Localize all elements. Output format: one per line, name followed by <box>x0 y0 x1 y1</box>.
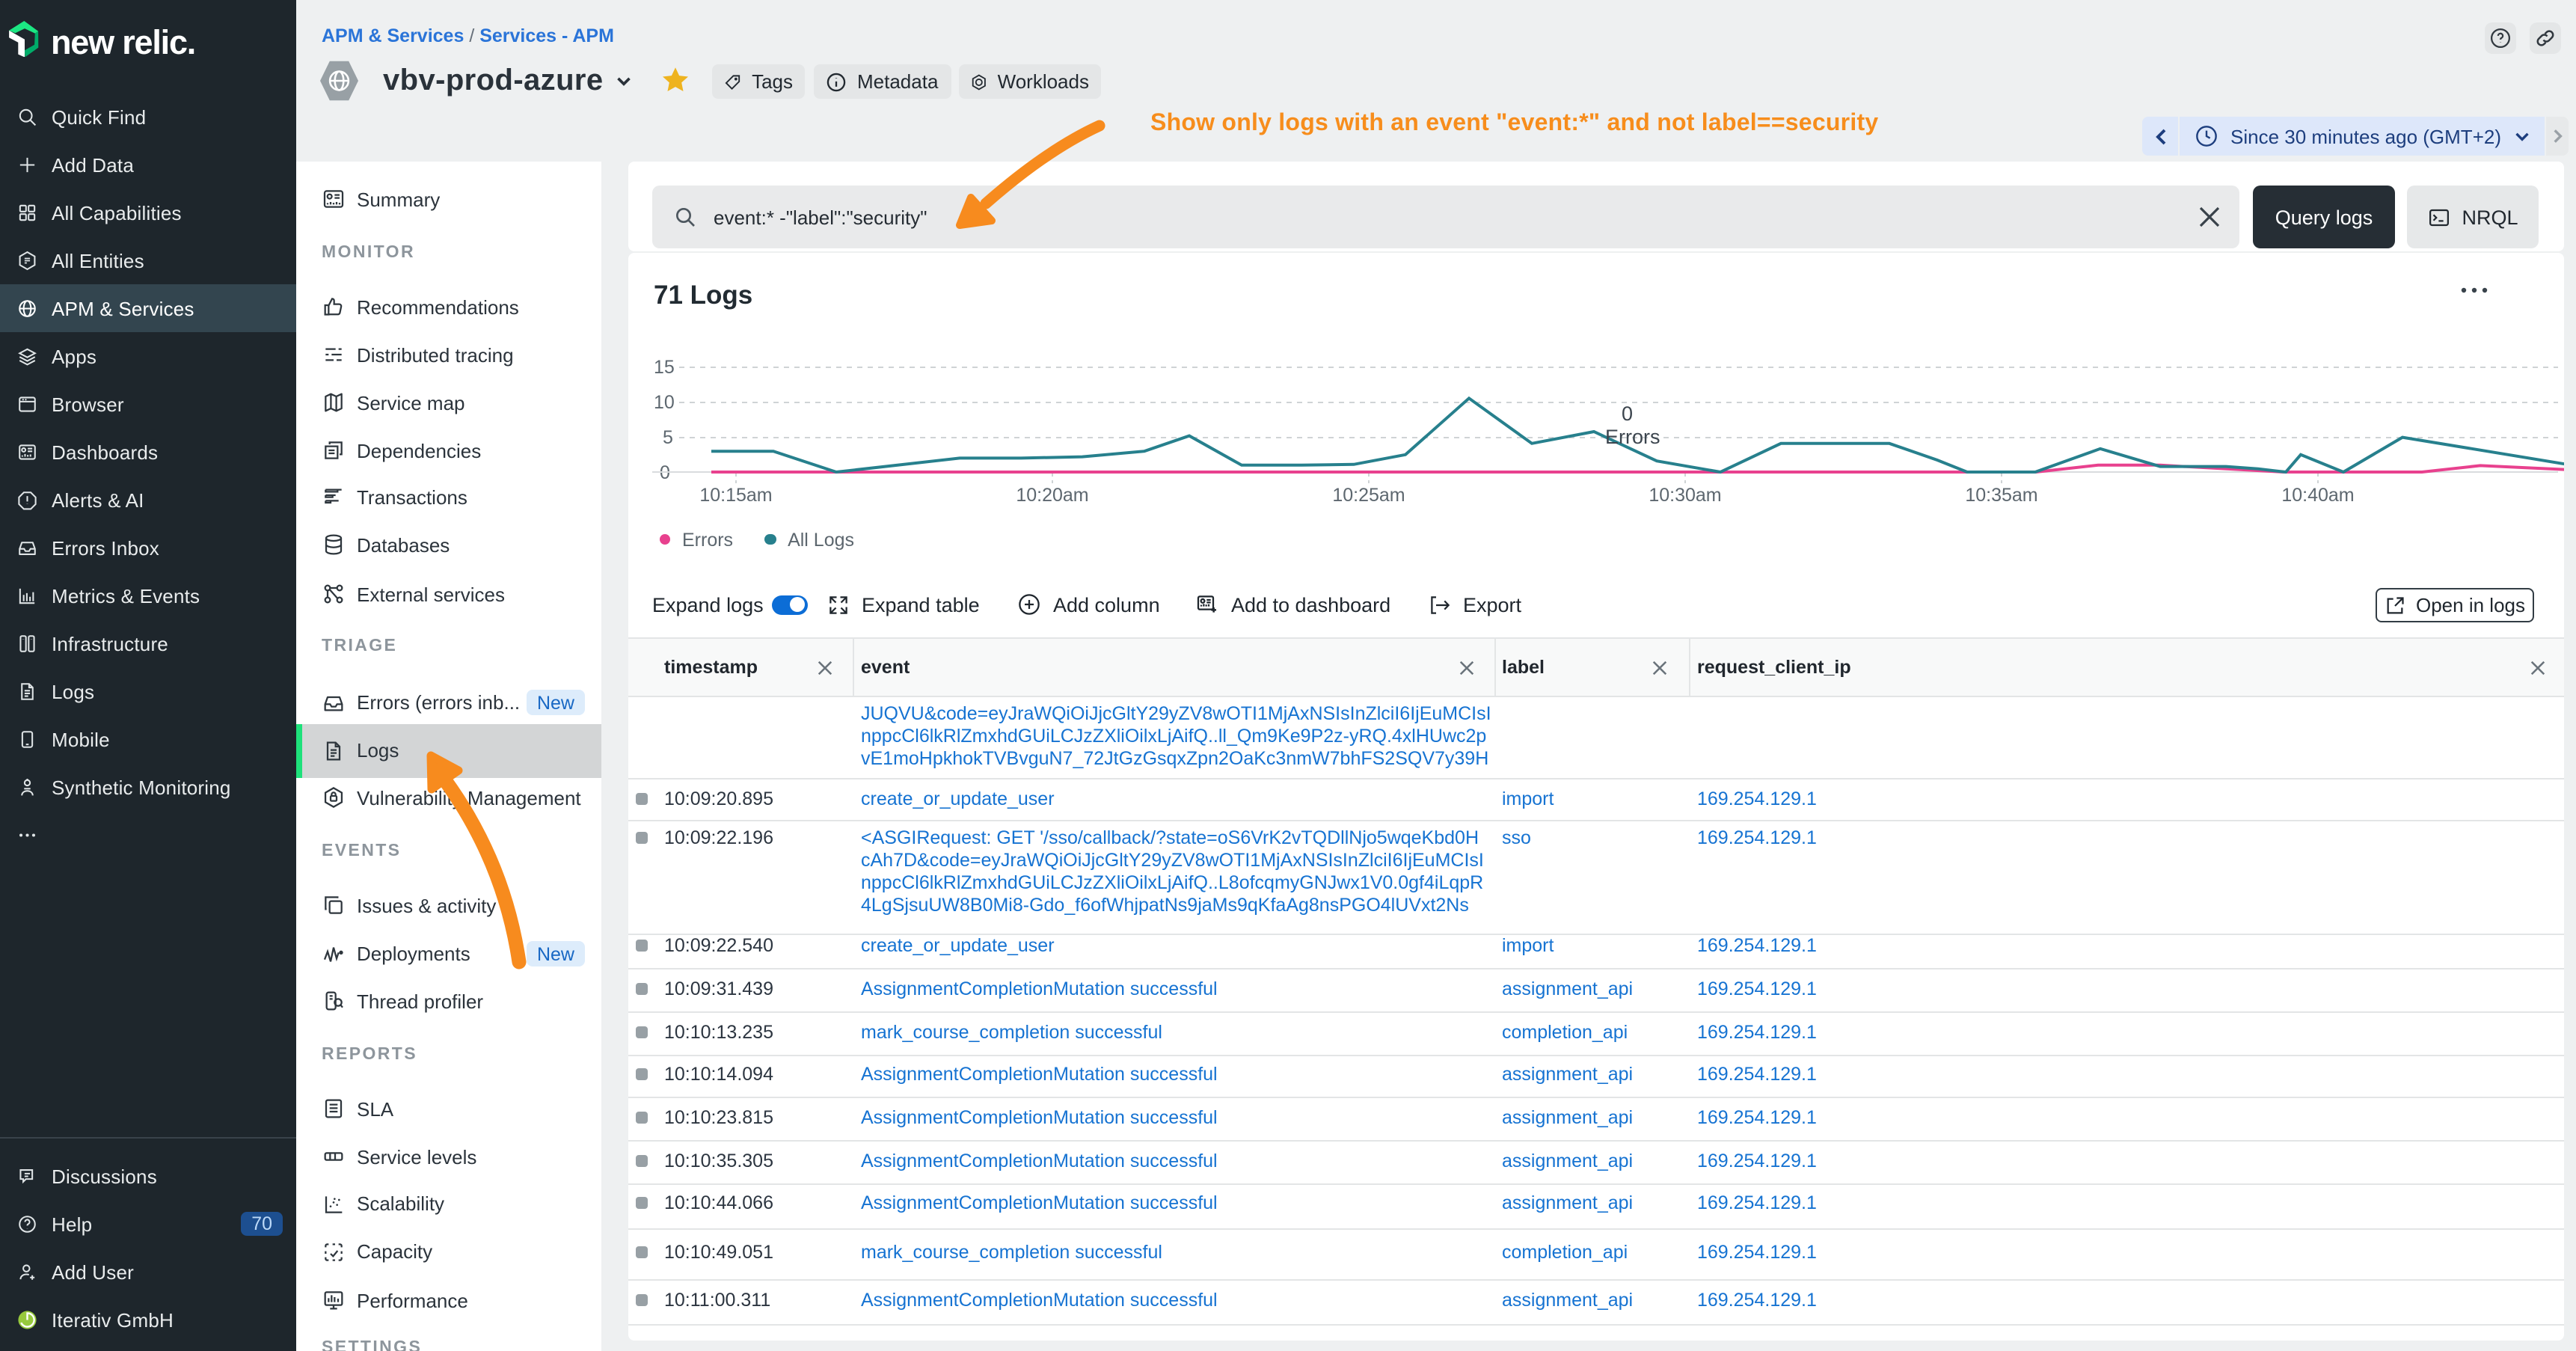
svg-text:5: 5 <box>663 427 673 448</box>
svg-text:0: 0 <box>1622 402 1633 425</box>
svg-text:10:40am: 10:40am <box>2281 485 2354 506</box>
svg-text:10:25am: 10:25am <box>1332 485 1405 506</box>
svg-text:10:30am: 10:30am <box>1649 485 1721 506</box>
svg-text:10:20am: 10:20am <box>1016 485 1088 506</box>
svg-text:10: 10 <box>654 392 675 413</box>
svg-text:Errors: Errors <box>1605 426 1660 448</box>
svg-text:10:35am: 10:35am <box>1965 485 2037 506</box>
svg-text:15: 15 <box>654 357 675 378</box>
svg-text:10:15am: 10:15am <box>699 485 772 506</box>
